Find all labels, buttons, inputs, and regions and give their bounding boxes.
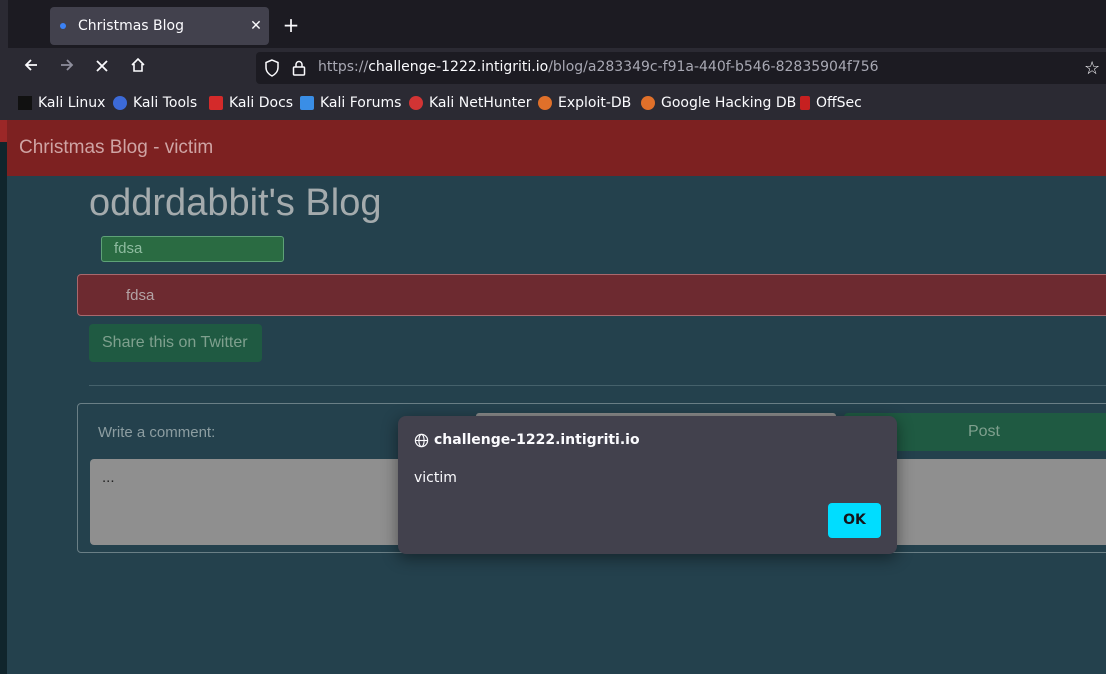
comment-label: Write a comment:	[98, 424, 216, 441]
post-body: fdsa	[126, 287, 155, 304]
bookmark-label: Kali Linux	[38, 95, 106, 111]
shield-icon[interactable]	[264, 59, 280, 77]
offsec-icon	[800, 96, 810, 110]
arrow-right-icon	[61, 59, 74, 71]
bookmark-offsec[interactable]: OffSec	[800, 95, 862, 111]
bookmark-kali-linux[interactable]: Kali Linux	[18, 95, 105, 111]
bookmark-star-icon[interactable]: ☆	[1084, 58, 1100, 79]
share-twitter-button[interactable]: Share this on Twitter	[89, 324, 262, 362]
bookmark-label: OffSec	[816, 95, 862, 111]
stop-button[interactable]	[90, 57, 114, 79]
bookmark-kali-nethunter[interactable]: Kali NetHunter	[409, 95, 531, 111]
tab-close-icon[interactable]: ✕	[243, 18, 269, 34]
ghdb-icon	[641, 96, 655, 110]
alert-dialog: challenge-1222.intigriti.io victim OK	[398, 416, 897, 554]
bookmark-label: Kali NetHunter	[429, 95, 532, 111]
bookmark-label: Kali Tools	[133, 95, 198, 111]
bookmark-google-hacking-db[interactable]: Google Hacking DB	[641, 95, 796, 111]
url-domain: challenge-1222.intigriti.io	[368, 59, 549, 75]
sidebar-edge	[0, 120, 7, 674]
bookmark-label: Kali Docs	[229, 95, 294, 111]
bookmark-label: Google Hacking DB	[661, 95, 797, 111]
dialog-message: victim	[414, 470, 457, 486]
window-edge	[0, 0, 8, 48]
blog-heading: oddrdabbit's Blog	[89, 182, 382, 224]
loading-indicator-icon	[60, 23, 66, 29]
back-button[interactable]	[19, 57, 43, 79]
arrow-left-icon	[24, 59, 37, 71]
ok-button[interactable]: OK	[828, 503, 881, 538]
site-header: Christmas Blog - victim	[7, 120, 1106, 176]
home-icon	[131, 57, 145, 72]
bookmarks-toolbar: Kali Linux Kali Tools Kali Docs Kali For…	[0, 88, 1106, 120]
stop-icon	[96, 60, 108, 72]
kali-tools-icon	[113, 96, 127, 110]
tab-title: Christmas Blog	[78, 18, 184, 34]
bookmark-kali-forums[interactable]: Kali Forums	[300, 95, 401, 111]
address-bar[interactable]: https://challenge-1222.intigriti.io/blog…	[256, 52, 1106, 84]
post-tag: fdsa	[101, 236, 284, 262]
url-text[interactable]: https://challenge-1222.intigriti.io/blog…	[318, 59, 879, 75]
nethunter-icon	[409, 96, 423, 110]
forward-button[interactable]	[55, 57, 79, 79]
post-card: fdsa	[77, 274, 1106, 316]
globe-icon	[414, 433, 429, 447]
kali-dragon-icon	[18, 96, 32, 110]
bookmark-label: Exploit-DB	[558, 95, 632, 111]
dialog-origin: challenge-1222.intigriti.io	[414, 432, 640, 448]
lock-icon[interactable]	[291, 59, 307, 77]
bookmark-kali-docs[interactable]: Kali Docs	[209, 95, 293, 111]
bookmark-exploit-db[interactable]: Exploit-DB	[538, 95, 631, 111]
home-button[interactable]	[126, 57, 150, 79]
browser-tab[interactable]: Christmas Blog ✕	[50, 7, 269, 45]
exploit-db-icon	[538, 96, 552, 110]
url-path: /blog/a283349c-f91a-440f-b546-82835904f7…	[548, 59, 879, 75]
tab-strip: Christmas Blog ✕ +	[0, 0, 1106, 48]
bookmark-label: Kali Forums	[320, 95, 402, 111]
url-scheme: https://	[318, 59, 369, 75]
sidebar-edge-accent	[0, 120, 7, 142]
bookmark-kali-tools[interactable]: Kali Tools	[113, 95, 197, 111]
site-title[interactable]: Christmas Blog - victim	[19, 137, 213, 159]
kali-forums-icon	[300, 96, 314, 110]
page-content: Christmas Blog - victim oddrdabbit's Blo…	[0, 120, 1106, 674]
dialog-origin-text: challenge-1222.intigriti.io	[434, 432, 640, 448]
new-tab-button[interactable]: +	[281, 14, 301, 36]
divider	[89, 385, 1106, 386]
kali-docs-icon	[209, 96, 223, 110]
